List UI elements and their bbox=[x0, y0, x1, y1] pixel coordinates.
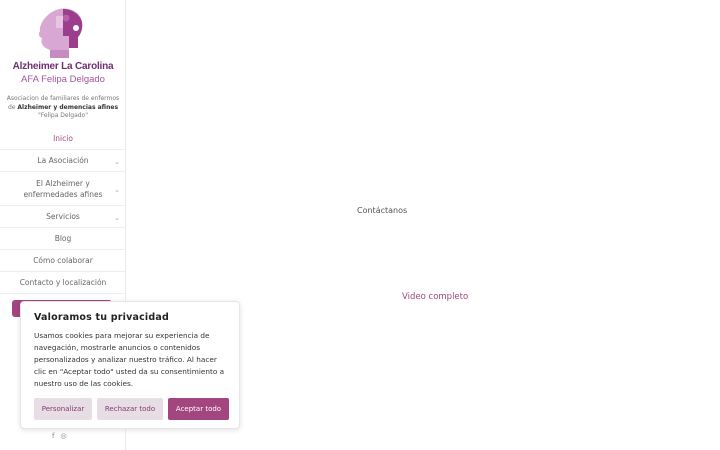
social-links: f ◎ bbox=[52, 432, 67, 440]
cookie-buttons: Personalizar Rechazar todo Aceptar todo bbox=[34, 398, 229, 420]
nav-item-label: Blog bbox=[54, 234, 72, 243]
tagline-quote: "Felipa Delgado" bbox=[37, 112, 88, 119]
nav-item-label: Contacto y localización bbox=[19, 278, 107, 287]
chevron-down-icon[interactable]: ⌄ bbox=[114, 157, 120, 168]
brand-subname: AFA Felipa Delgado bbox=[21, 74, 105, 85]
nav-item-colaborar[interactable]: Cómo colaborar bbox=[0, 250, 126, 272]
facebook-icon[interactable]: f bbox=[52, 432, 54, 440]
nav-item-alzheimer[interactable]: El Alzheimer y enfermedades afines ⌄ bbox=[0, 172, 126, 206]
nav-item-contacto[interactable]: Contacto y localización bbox=[0, 272, 126, 294]
nav-item-asociacion[interactable]: La Asociación ⌄ bbox=[0, 150, 126, 172]
instagram-icon[interactable]: ◎ bbox=[60, 432, 66, 440]
main-nav: Inicio La Asociación ⌄ El Alzheimer y en… bbox=[0, 128, 126, 294]
nav-item-servicios[interactable]: Servicios ⌄ bbox=[0, 206, 126, 228]
chevron-down-icon[interactable]: ⌄ bbox=[114, 185, 120, 196]
accept-all-button[interactable]: Aceptar todo bbox=[168, 398, 229, 420]
brand-tagline: Asociacion de familiares de enfermos de … bbox=[4, 95, 122, 121]
cookie-consent-dialog: Valoramos tu privacidad Usamos cookies p… bbox=[20, 301, 240, 429]
nav-item-label: Servicios bbox=[46, 212, 80, 221]
cookie-text: Usamos cookies para mejorar su experienc… bbox=[34, 331, 225, 388]
brand-name: Alzheimer La Carolina bbox=[12, 61, 114, 72]
nav-item-label: Cómo colaborar bbox=[33, 256, 93, 265]
contact-link[interactable]: Contáctanos bbox=[357, 206, 407, 215]
nav-item-label: Inicio bbox=[53, 134, 73, 143]
chevron-down-icon[interactable]: ⌄ bbox=[114, 213, 120, 224]
customize-button[interactable]: Personalizar bbox=[34, 398, 92, 420]
nav-item-label: La Asociación bbox=[37, 156, 89, 165]
cookie-title: Valoramos tu privacidad bbox=[34, 312, 169, 323]
nav-item-inicio[interactable]: Inicio bbox=[0, 128, 126, 150]
tagline-bold: Alzheimer y demencias afines bbox=[17, 103, 119, 111]
nav-item-blog[interactable]: Blog bbox=[0, 228, 126, 250]
nav-item-label: El Alzheimer y enfermedades afines bbox=[23, 178, 103, 199]
head-puzzle-icon[interactable] bbox=[36, 6, 86, 62]
reject-all-button[interactable]: Rechazar todo bbox=[97, 398, 163, 420]
video-link[interactable]: Video completo bbox=[402, 292, 468, 302]
